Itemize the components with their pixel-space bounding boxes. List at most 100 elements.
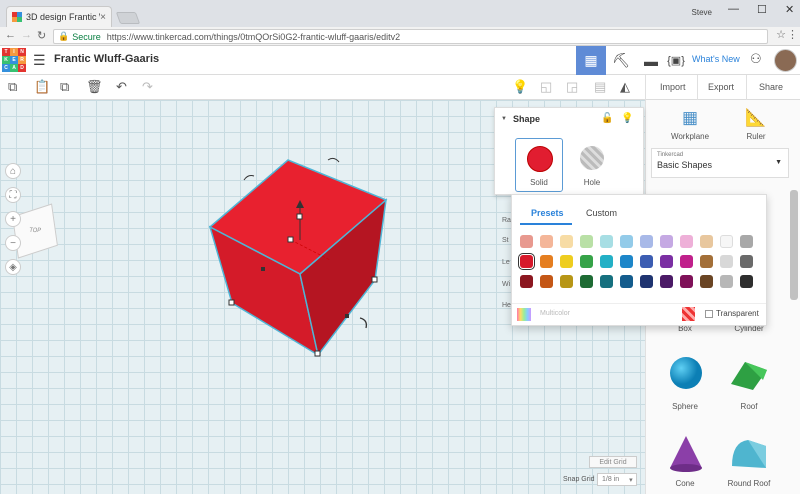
cone-shape-icon[interactable]	[668, 434, 704, 474]
color-swatch[interactable]	[540, 275, 553, 288]
multicolor-icon[interactable]	[517, 308, 531, 321]
mirror-icon[interactable]: ◭	[620, 79, 630, 95]
round-roof-shape-icon[interactable]	[728, 436, 770, 472]
3d-view-grid-icon[interactable]: ▦	[576, 46, 606, 75]
reload-icon[interactable]: ↻	[37, 29, 46, 42]
undo-icon[interactable]: ↶	[116, 79, 127, 95]
browser-tab[interactable]: 3D design Frantic Wluff ×	[6, 6, 112, 27]
multicolor-label[interactable]: Multicolor	[540, 310, 570, 317]
redo-icon[interactable]: ↷	[142, 79, 153, 95]
browser-menu-icon[interactable]: ⋮	[787, 28, 798, 41]
tab-close-icon[interactable]: ×	[100, 12, 106, 23]
url-text[interactable]: https://www.tinkercad.com/things/0tmQOrS…	[107, 32, 400, 42]
color-swatch[interactable]	[700, 235, 713, 248]
color-swatch[interactable]	[560, 255, 573, 268]
color-swatch[interactable]	[740, 255, 753, 268]
transparent-checkbox[interactable]	[705, 310, 713, 318]
design-list-icon[interactable]: ☰	[33, 52, 46, 69]
color-swatch[interactable]	[700, 255, 713, 268]
hide-bulb-icon[interactable]: 💡	[512, 79, 528, 95]
rotate-arrow-icon[interactable]	[243, 175, 255, 181]
align-icon[interactable]: ▤	[594, 79, 606, 95]
visibility-bulb-icon[interactable]: 💡	[621, 113, 633, 124]
size-handle[interactable]	[296, 213, 303, 220]
window-maximize-button[interactable]: ☐	[757, 3, 767, 16]
roof-shape-icon[interactable]	[729, 358, 769, 392]
solid-button[interactable]: Solid	[515, 138, 563, 192]
size-handle[interactable]	[228, 299, 235, 306]
tinkercad-logo[interactable]: T I N K E R C A D	[2, 48, 26, 72]
share-button[interactable]: Share	[759, 82, 783, 92]
transparent-swatch-icon[interactable]	[682, 307, 695, 321]
color-swatch[interactable]	[520, 275, 533, 288]
window-minimize-button[interactable]: —	[728, 3, 739, 15]
size-handle[interactable]	[371, 276, 378, 283]
browser-user-name[interactable]: Steve	[692, 8, 712, 17]
color-swatch[interactable]	[640, 235, 653, 248]
codeblocks-icon[interactable]: {▣}	[661, 46, 691, 75]
color-swatch[interactable]	[620, 235, 633, 248]
duplicate-icon[interactable]: ⧉	[60, 79, 69, 95]
color-swatch[interactable]	[580, 255, 593, 268]
color-swatch[interactable]	[560, 235, 573, 248]
bookmark-star-icon[interactable]: ☆	[776, 28, 786, 41]
size-handle[interactable]	[345, 314, 349, 318]
color-swatch[interactable]	[680, 255, 693, 268]
color-swatch[interactable]	[740, 235, 753, 248]
shape-library-select[interactable]: Tinkercad Basic Shapes ▼	[651, 148, 789, 178]
paste-icon[interactable]: 📋	[34, 79, 50, 95]
delete-trash-icon[interactable]: 🗑	[86, 79, 103, 95]
color-swatch[interactable]	[680, 235, 693, 248]
back-arrow-icon[interactable]: ←	[5, 29, 16, 41]
copy-icon[interactable]: ⧉	[8, 79, 17, 95]
color-swatch[interactable]	[540, 235, 553, 248]
import-button[interactable]: Import	[660, 82, 686, 92]
color-swatch[interactable]	[700, 275, 713, 288]
avatar[interactable]	[774, 49, 797, 72]
blocks-pickaxe-icon[interactable]: ⛏	[606, 46, 636, 75]
forward-arrow-icon[interactable]: →	[21, 29, 32, 41]
color-swatch[interactable]	[600, 235, 613, 248]
workplane-tool[interactable]: ▦ Workplane	[660, 108, 720, 141]
new-tab-button[interactable]	[115, 12, 141, 24]
lock-icon[interactable]: 🔓	[601, 113, 613, 124]
window-close-button[interactable]: ✕	[785, 3, 794, 16]
ruler-tool[interactable]: 📐 Ruler	[726, 108, 786, 141]
color-swatch[interactable]	[720, 255, 733, 268]
shape-sphere-label[interactable]: Sphere	[655, 402, 715, 411]
color-swatch[interactable]	[600, 275, 613, 288]
color-swatch[interactable]	[640, 275, 653, 288]
color-swatch[interactable]	[517, 252, 536, 271]
color-swatch[interactable]	[580, 235, 593, 248]
size-handle[interactable]	[287, 236, 294, 243]
export-button[interactable]: Export	[708, 82, 734, 92]
color-swatch[interactable]	[600, 255, 613, 268]
color-swatch[interactable]	[620, 275, 633, 288]
group-icon[interactable]: ◱	[540, 79, 552, 95]
ungroup-icon[interactable]: ◲	[566, 79, 578, 95]
color-swatch[interactable]	[540, 255, 553, 268]
color-swatch[interactable]	[660, 255, 673, 268]
tab-presets[interactable]: Presets	[531, 208, 564, 218]
transparent-label[interactable]: Transparent	[716, 309, 759, 318]
add-user-icon[interactable]: ⚇	[750, 51, 762, 67]
color-swatch[interactable]	[580, 275, 593, 288]
color-swatch[interactable]	[640, 255, 653, 268]
color-swatch[interactable]	[680, 275, 693, 288]
rotate-arrow-icon[interactable]	[327, 157, 340, 163]
color-swatch[interactable]	[520, 235, 533, 248]
collapse-caret-icon[interactable]: ▼	[501, 116, 507, 122]
scrollbar[interactable]	[790, 190, 798, 300]
color-swatch[interactable]	[620, 255, 633, 268]
shape-roof-label[interactable]: Roof	[719, 402, 779, 411]
tab-custom[interactable]: Custom	[586, 208, 617, 218]
address-bar[interactable]: 🔒 Secure https://www.tinkercad.com/thing…	[53, 29, 768, 44]
color-swatch[interactable]	[720, 235, 733, 248]
rotate-arrow-icon[interactable]	[359, 317, 368, 329]
hole-button[interactable]	[580, 146, 604, 170]
shape-round-roof-label[interactable]: Round Roof	[719, 479, 779, 488]
size-handle[interactable]	[314, 350, 321, 357]
snap-grid-select[interactable]: 1/8 in ▾	[597, 473, 637, 486]
color-swatch[interactable]	[720, 275, 733, 288]
color-swatch[interactable]	[560, 275, 573, 288]
